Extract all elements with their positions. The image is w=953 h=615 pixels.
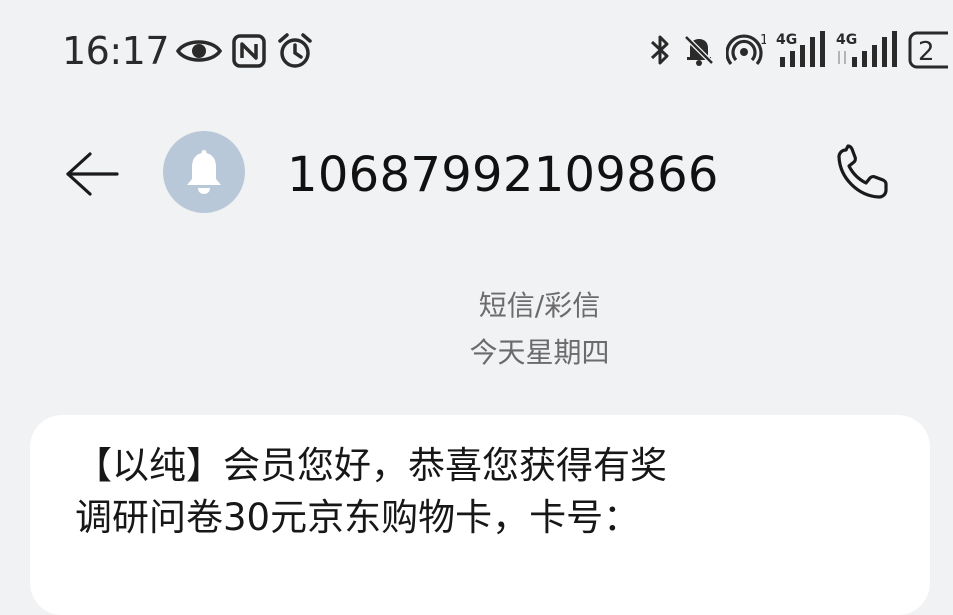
back-button[interactable]	[60, 148, 124, 200]
avatar[interactable]	[163, 131, 245, 213]
eye-icon	[176, 36, 222, 66]
bell-icon	[187, 150, 221, 194]
status-time: 16:17	[62, 29, 170, 73]
battery-level: 2	[918, 37, 935, 67]
network-type-label: 4G	[836, 32, 857, 48]
back-arrow-icon	[66, 152, 119, 196]
alarm-icon	[276, 32, 314, 70]
message-text: 【以纯】会员您好，恭喜您获得有奖 调研问卷30元京东购物卡，卡号：	[75, 444, 667, 539]
signal-4g-icon: 4G	[776, 31, 826, 69]
date-label: 今天星期四	[469, 336, 610, 369]
conversation-header: 10687992109866	[0, 120, 953, 230]
hotspot-icon: 1	[726, 32, 766, 68]
contact-number: 10687992109866	[287, 147, 719, 203]
bluetooth-icon	[648, 33, 672, 67]
mute-bell-icon	[682, 33, 716, 67]
status-bar: 16:17 1 4G 4G 2	[0, 0, 953, 100]
signal-4g-icon: 4G	[836, 31, 898, 69]
battery-icon: 2	[908, 30, 948, 70]
nfc-icon	[232, 34, 266, 68]
status-left-icons	[176, 32, 314, 70]
phone-icon	[837, 144, 888, 199]
network-type-label: 4G	[776, 32, 797, 48]
call-button[interactable]	[832, 144, 896, 204]
status-right-icons: 1 4G 4G 2	[648, 30, 948, 70]
hotspot-count: 1	[760, 33, 766, 48]
message-type-label: 短信/彩信	[478, 289, 601, 322]
